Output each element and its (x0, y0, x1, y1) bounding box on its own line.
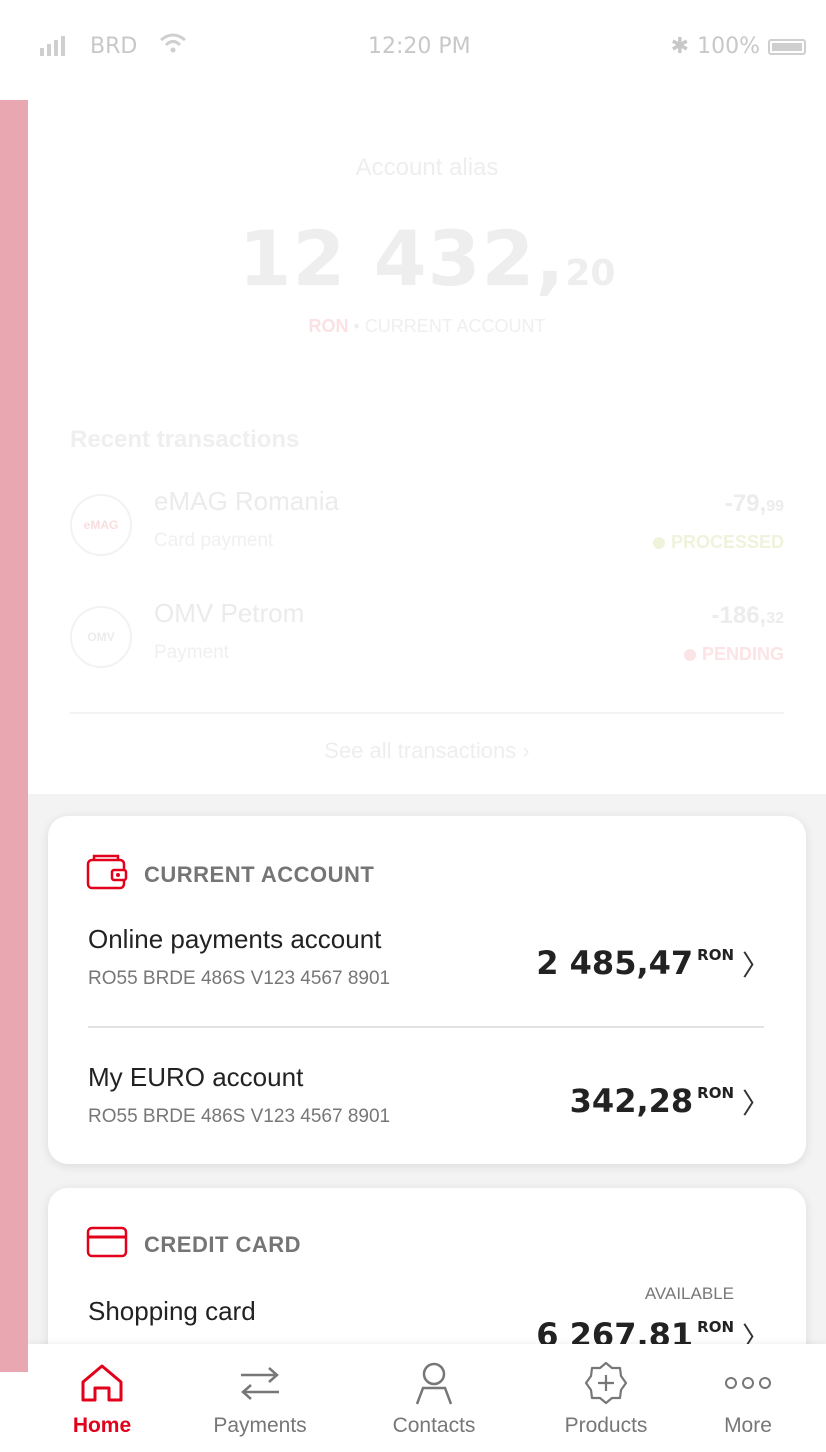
balance-integer: 12 432, (238, 214, 566, 303)
transaction-name: OMV Petrom (154, 598, 305, 628)
amount-currency: RON (697, 946, 734, 964)
transaction-status: PENDING (683, 644, 784, 665)
account-overview: BRD 12:20 PM ✱ 100% Account alias 12 432… (28, 24, 826, 794)
type-separator: • (348, 316, 365, 336)
tab-label: More (724, 1414, 772, 1437)
account-currency: RON (308, 316, 349, 336)
tab-contacts[interactable]: Contacts (364, 1358, 504, 1438)
chevron-right-icon: 〉 (741, 1088, 770, 1119)
transaction-row[interactable]: OMV OMV Petrom Payment -186,32 PENDING (70, 598, 784, 678)
phone-screen: BRD 12:20 PM ✱ 100% Account alias 12 432… (28, 24, 826, 1452)
amount-currency: RON (697, 1318, 734, 1336)
tab-products[interactable]: Products (536, 1358, 676, 1438)
status-label: PENDING (701, 644, 784, 664)
more-dots-icon (678, 1358, 818, 1408)
tab-label: Payments (213, 1414, 307, 1437)
account-title: Online payments account (88, 924, 382, 954)
carrier-name: BRD (90, 34, 138, 59)
amount-integer: -186, (711, 602, 767, 629)
account-iban: RO55 BRDE 486S V123 4567 8901 (88, 968, 391, 989)
amount-value: 2 485,47 (536, 944, 694, 982)
recent-transactions-title: Recent transactions (70, 426, 300, 453)
transaction-type: Card payment (154, 530, 274, 551)
bluetooth-icon: ✱ (670, 34, 690, 59)
card-section-label: CREDIT CARD (144, 1231, 302, 1257)
tab-home[interactable]: Home (32, 1358, 172, 1438)
amount-integer: -79, (724, 490, 767, 517)
chevron-right-icon: 〉 (741, 950, 770, 981)
account-amount: 2 485,47 RON (536, 944, 734, 982)
tab-payments[interactable]: Payments (190, 1358, 330, 1438)
account-type: CURRENT ACCOUNT (364, 316, 546, 336)
tab-label: Products (564, 1414, 648, 1437)
transaction-name: eMAG Romania (154, 486, 339, 516)
tab-label: Home (72, 1414, 132, 1437)
wallet-icon (86, 854, 128, 895)
card-header: CREDIT CARD (86, 1226, 301, 1263)
account-balance: 12 432,20 (28, 214, 826, 303)
signal-icon (40, 34, 65, 56)
credit-card-icon (86, 1226, 128, 1263)
see-all-transactions-link[interactable]: See all transactions › (28, 738, 826, 764)
status-dot-icon (683, 648, 696, 661)
merchant-logo: eMAG (70, 494, 132, 556)
home-icon (32, 1358, 172, 1408)
account-amount: 342,28 RON (570, 1082, 734, 1120)
transaction-amount: -79,99 (725, 490, 784, 518)
chevron-right-icon: › (522, 738, 530, 763)
tab-label: Contacts (392, 1414, 476, 1437)
wifi-icon (158, 32, 188, 60)
amount-currency: RON (697, 1084, 734, 1102)
transfer-arrows-icon (190, 1358, 330, 1408)
divider (70, 712, 784, 714)
account-type-line: RON • CURRENT ACCOUNT (28, 316, 826, 337)
status-label: PROCESSED (670, 532, 784, 552)
balance-decimals: 20 (565, 253, 616, 294)
battery-percent: 100% (697, 34, 760, 59)
account-iban: RO55 BRDE 486S V123 4567 8901 (88, 1106, 391, 1127)
tab-more[interactable]: More (678, 1358, 818, 1438)
transaction-type: Payment (154, 642, 229, 663)
account-row[interactable]: Online payments account RO55 BRDE 486S V… (88, 924, 770, 1004)
amount-decimals: 99 (766, 498, 784, 515)
see-all-label: See all transactions (324, 738, 517, 763)
amount-value: 342,28 (569, 1082, 694, 1120)
account-title: My EURO account (88, 1062, 304, 1092)
account-alias: Account alias (355, 154, 499, 181)
bottom-tab-bar: Home Payments Contacts Products More (28, 1344, 826, 1452)
card-header: CURRENT ACCOUNT (86, 854, 374, 895)
transaction-status: PROCESSED (652, 532, 784, 553)
divider (88, 1026, 764, 1028)
card-section-label: CURRENT ACCOUNT (144, 861, 375, 887)
status-dot-icon (652, 536, 665, 549)
merchant-logo: OMV (70, 606, 132, 668)
card-title: Shopping card (88, 1296, 256, 1326)
amount-decimals: 32 (766, 610, 784, 627)
person-icon (364, 1358, 504, 1408)
status-bar: BRD 12:20 PM ✱ 100% (28, 32, 826, 62)
available-label: AVAILABLE (644, 1284, 734, 1303)
transaction-amount: -186,32 (712, 602, 785, 630)
battery-icon (768, 38, 806, 55)
status-time: 12:20 PM (368, 34, 471, 59)
current-account-card: CURRENT ACCOUNT Online payments account … (48, 816, 806, 1164)
badge-plus-icon (536, 1358, 676, 1408)
transaction-row[interactable]: eMAG eMAG Romania Card payment -79,99 PR… (70, 486, 784, 566)
account-row[interactable]: My EURO account RO55 BRDE 486S V123 4567… (88, 1062, 770, 1142)
